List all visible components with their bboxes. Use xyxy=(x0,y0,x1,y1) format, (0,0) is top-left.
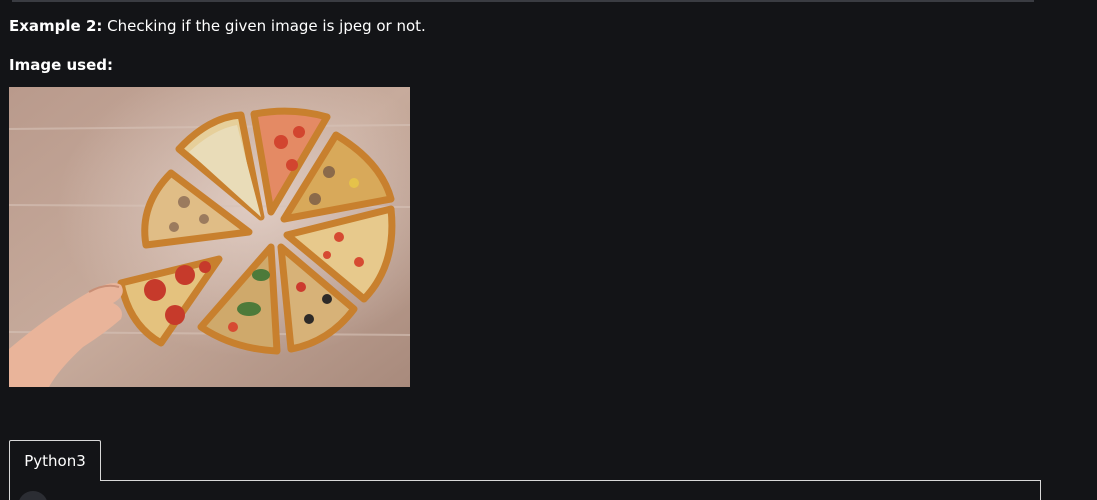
code-panel xyxy=(9,480,1041,500)
image-used-label: Image used: xyxy=(9,56,113,74)
divider xyxy=(12,0,1034,2)
article-page: Example 2: Checking if the given image i… xyxy=(0,0,1097,500)
tab-python3[interactable]: Python3 xyxy=(9,440,101,481)
example-description: Checking if the given image is jpeg or n… xyxy=(102,17,426,35)
run-icon[interactable] xyxy=(18,491,48,500)
example-label: Example 2: xyxy=(9,17,103,35)
example-heading: Example 2: Checking if the given image i… xyxy=(9,16,426,36)
pizza-image xyxy=(9,87,410,387)
